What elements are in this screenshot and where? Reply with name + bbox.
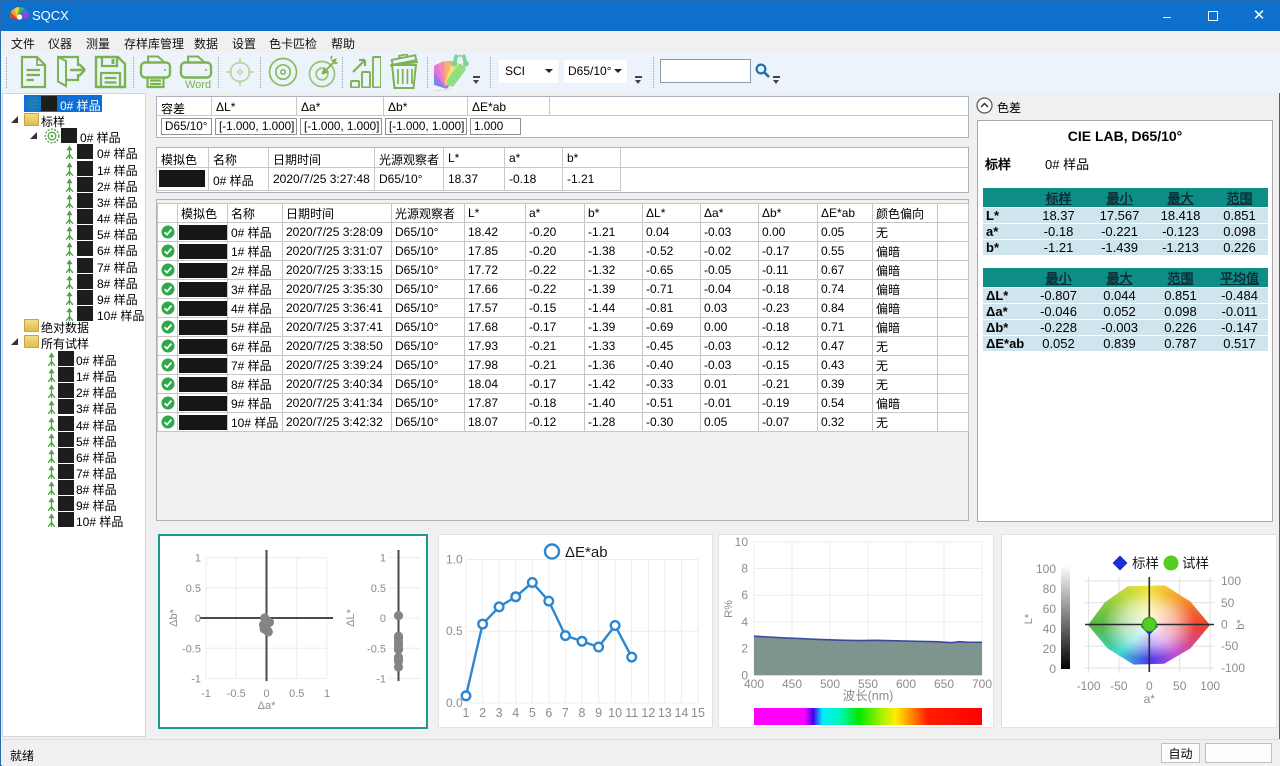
svg-text:7: 7 xyxy=(562,706,569,720)
svg-text:1.0: 1.0 xyxy=(446,553,463,567)
svg-text:标样: 标样 xyxy=(1132,556,1159,571)
svg-text:1: 1 xyxy=(324,688,330,700)
svg-text:-0.5: -0.5 xyxy=(367,643,386,655)
svg-text:500: 500 xyxy=(820,677,840,691)
svg-text:-1: -1 xyxy=(201,688,211,700)
svg-text:试样: 试样 xyxy=(1182,556,1209,571)
svg-text:1: 1 xyxy=(463,706,470,720)
svg-text:12: 12 xyxy=(641,706,655,720)
svg-text:1: 1 xyxy=(380,553,386,565)
svg-text:-1: -1 xyxy=(376,674,386,686)
svg-text:0.5: 0.5 xyxy=(186,583,201,595)
svg-text:2: 2 xyxy=(741,642,748,656)
svg-text:10: 10 xyxy=(608,706,622,720)
svg-text:700: 700 xyxy=(972,677,992,691)
svg-text:400: 400 xyxy=(744,677,764,691)
svg-text:0.5: 0.5 xyxy=(446,624,463,638)
svg-text:R%: R% xyxy=(723,600,735,618)
svg-text:650: 650 xyxy=(934,677,954,691)
svg-text:1: 1 xyxy=(195,553,201,565)
svg-text:14: 14 xyxy=(674,706,688,720)
svg-text:15: 15 xyxy=(691,706,705,720)
svg-text:0.5: 0.5 xyxy=(371,583,386,595)
svg-text:0.5: 0.5 xyxy=(289,688,304,700)
svg-text:ΔE*ab: ΔE*ab xyxy=(565,544,608,561)
svg-text:3: 3 xyxy=(496,706,503,720)
svg-text:Δa*: Δa* xyxy=(258,700,276,712)
svg-text:6: 6 xyxy=(741,588,748,602)
svg-text:-0.5: -0.5 xyxy=(227,688,246,700)
svg-text:ΔL*: ΔL* xyxy=(345,608,357,626)
svg-text:8: 8 xyxy=(579,706,586,720)
svg-text:2: 2 xyxy=(479,706,486,720)
svg-text:4: 4 xyxy=(512,706,519,720)
svg-text:波长(nm): 波长(nm) xyxy=(843,689,894,703)
svg-text:Δb*: Δb* xyxy=(168,608,180,626)
svg-text:0: 0 xyxy=(380,613,386,625)
svg-text:8: 8 xyxy=(741,562,748,576)
svg-text:0.0: 0.0 xyxy=(446,696,463,710)
svg-text:9: 9 xyxy=(595,706,602,720)
svg-text:450: 450 xyxy=(782,677,802,691)
svg-text:-0.5: -0.5 xyxy=(182,643,201,655)
svg-text:6: 6 xyxy=(545,706,552,720)
svg-text:5: 5 xyxy=(529,706,536,720)
svg-text:4: 4 xyxy=(741,615,748,629)
svg-text:0: 0 xyxy=(195,613,201,625)
svg-text:10: 10 xyxy=(735,535,749,549)
svg-text:Word: Word xyxy=(185,79,211,90)
svg-text:600: 600 xyxy=(896,677,916,691)
svg-text:0: 0 xyxy=(263,688,269,700)
svg-text:-1: -1 xyxy=(191,674,201,686)
svg-text:13: 13 xyxy=(658,706,672,720)
svg-text:11: 11 xyxy=(625,706,638,720)
